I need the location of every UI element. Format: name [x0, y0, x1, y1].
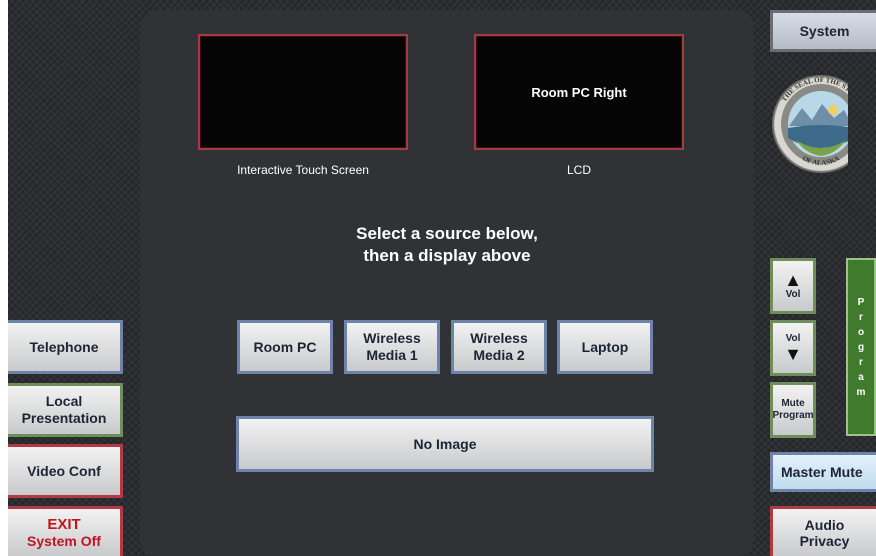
volume-down-button[interactable]: Vol ▼ — [770, 320, 816, 376]
telephone-button[interactable]: Telephone — [8, 320, 123, 374]
display-touch-screen[interactable] — [198, 34, 408, 150]
display-touch-screen-label: Interactive Touch Screen — [237, 163, 369, 177]
telephone-label: Telephone — [29, 338, 99, 355]
source-wireless-media-2-line-2: Media 2 — [473, 347, 525, 363]
system-button[interactable]: System — [770, 10, 876, 52]
no-image-label: No Image — [413, 435, 477, 452]
audio-privacy-button[interactable]: Audio Privacy — [770, 506, 876, 556]
source-laptop-label: Laptop — [581, 338, 629, 355]
audio-privacy-line-2: Privacy — [799, 532, 850, 549]
program-letter: r — [859, 356, 863, 368]
left-edge-strip — [0, 0, 8, 556]
arrow-down-icon: ▼ — [784, 344, 802, 364]
program-volume-bar[interactable]: P r o g r a m — [846, 258, 876, 436]
local-presentation-line-1: Local — [45, 393, 83, 409]
source-wireless-media-2-button[interactable]: Wireless Media 2 — [451, 320, 547, 374]
video-conf-label: Video Conf — [27, 462, 101, 479]
display-lcd-source: Room PC Right — [531, 84, 627, 100]
video-conf-button[interactable]: Video Conf — [8, 444, 123, 498]
program-letter: r — [859, 311, 863, 323]
mute-program-button[interactable]: Mute Program — [770, 382, 816, 438]
arrow-up-icon: ▲ — [784, 270, 802, 290]
master-mute-label: Master Mute — [781, 463, 863, 480]
system-label: System — [799, 22, 850, 39]
volume-up-button[interactable]: ▲ Vol — [770, 258, 816, 314]
source-room-pc-label: Room PC — [253, 338, 317, 355]
mute-program-line-1: Mute — [781, 398, 805, 409]
program-letter: o — [857, 326, 865, 338]
exit-label: EXIT — [47, 515, 81, 533]
instructions-line-2: then a display above — [363, 246, 531, 265]
source-room-pc-button[interactable]: Room PC — [237, 320, 333, 374]
no-image-button[interactable]: No Image — [236, 416, 654, 472]
local-presentation-line-2: Presentation — [21, 410, 107, 426]
source-wireless-media-1-line-2: Media 1 — [366, 347, 418, 363]
mute-program-line-2: Program — [772, 410, 814, 421]
audio-privacy-line-1: Audio — [804, 516, 845, 533]
display-lcd-label: LCD — [566, 163, 591, 177]
alaska-state-seal-icon: THE SEAL OF THE STATE OF ALASKA — [772, 75, 848, 173]
source-wireless-media-2-line-1: Wireless — [470, 330, 528, 346]
source-wireless-media-1-line-1: Wireless — [363, 330, 421, 346]
program-letter: a — [858, 371, 864, 383]
source-wireless-media-1-button[interactable]: Wireless Media 1 — [344, 320, 440, 374]
source-laptop-button[interactable]: Laptop — [557, 320, 653, 374]
volume-up-label: Vol — [785, 289, 801, 300]
system-off-label: System Off — [27, 532, 101, 549]
exit-system-off-button[interactable]: EXIT System Off — [8, 506, 123, 556]
master-mute-button[interactable]: Master Mute — [770, 452, 876, 492]
program-letter: g — [857, 341, 865, 353]
routing-panel: Interactive Touch Screen Room PC Right L… — [140, 10, 754, 556]
instructions-text: Select a source below, then a display ab… — [140, 223, 754, 267]
local-presentation-button[interactable]: Local Presentation — [8, 383, 123, 437]
program-letter: P — [857, 296, 865, 308]
instructions-line-1: Select a source below, — [356, 224, 538, 243]
program-letter: m — [856, 386, 866, 398]
display-lcd[interactable]: Room PC Right — [474, 34, 684, 150]
